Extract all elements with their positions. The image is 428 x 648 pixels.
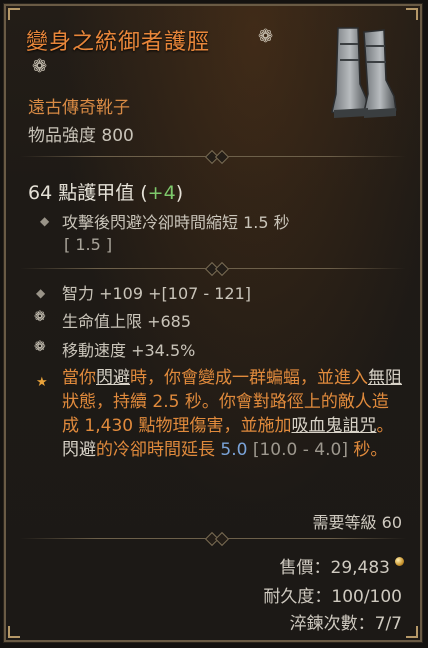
affix-intelligence: 智力 +109 +[107 - 121] <box>62 284 252 303</box>
aspect-range: [10.0 - 4.0] <box>247 440 354 460</box>
tempers-remaining: 淬鍊次數：7/7 <box>289 614 402 634</box>
required-level: 需要等級 60 <box>312 513 402 532</box>
frame-corner <box>406 626 418 638</box>
frame-corner <box>406 8 418 20</box>
durability: 耐久度：100/100 <box>263 587 402 607</box>
armor-text: 64 點護甲值 <box>28 182 135 204</box>
greater-affix-icon: ❁ <box>34 309 46 325</box>
keyword-vampiric-curse: 吸血鬼詛咒 <box>291 416 377 436</box>
boots-icon <box>331 27 397 118</box>
item-name: 變身之統御者護脛 <box>26 30 211 55</box>
legendary-aspect-icon: ★ <box>36 375 48 390</box>
greater-affix-icon: ❁ <box>34 339 46 355</box>
aspect-value: 5.0 <box>220 440 248 460</box>
armor-value: 64 點護甲值 (+4) <box>28 182 184 204</box>
legendary-aspect-text: 當你閃避時，你會變成一群蝙蝠，並進入無阻狀態，持續 2.5 秒。你會對路徑上的敵… <box>62 368 402 460</box>
section-divider <box>20 531 406 547</box>
implicit-affix-range: [ 1.5 ] <box>64 235 113 254</box>
item-rarity-type: 遠古傳奇靴子 <box>28 98 130 118</box>
armor-bonus: +4 <box>147 182 176 204</box>
affix-bullet-icon: ◆ <box>36 286 46 300</box>
item-tooltip: 變身之統御者護脛 ❁ ❁ 遠古傳奇靴子 物品強度 800 64 點護甲值 (+4… <box>3 3 423 643</box>
affix-max-life: 生命值上限 +685 <box>62 312 192 331</box>
item-power: 物品強度 800 <box>28 126 134 146</box>
ancestral-icon: ❁ <box>32 56 48 77</box>
affix-bullet-icon: ◆ <box>40 214 50 228</box>
affix-move-speed: 移動速度 +34.5% <box>62 341 196 360</box>
keyword-evade: 閃避 <box>62 440 96 460</box>
keyword-unhindered: 無阻 <box>368 368 402 388</box>
frame-corner <box>8 626 20 638</box>
gold-coin-icon <box>395 557 404 566</box>
sell-price: 售價：29,483 <box>279 558 390 578</box>
ancestral-icon: ❁ <box>258 26 274 47</box>
keyword-evade: 閃避 <box>96 368 130 388</box>
implicit-affix: 攻擊後閃避冷卻時間縮短 1.5 秒 <box>62 213 290 232</box>
section-divider <box>20 149 406 165</box>
frame-corner <box>8 8 20 20</box>
section-divider <box>20 261 406 277</box>
